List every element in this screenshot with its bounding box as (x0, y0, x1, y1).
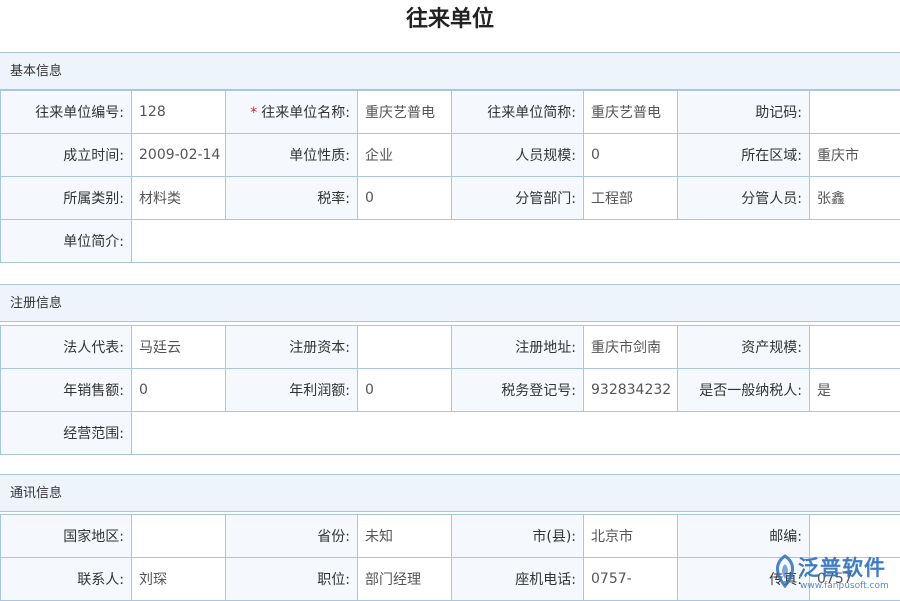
section-header-basic: 基本信息 (0, 52, 900, 90)
city-field[interactable]: 北京市 (584, 515, 678, 558)
annual-sales-field[interactable]: 0 (132, 369, 226, 412)
form-row: 所属类别: 材料类 税率: 0 分管部门: 工程部 分管人员: 张鑫 (1, 177, 900, 220)
form-row: 法人代表: 马廷云 注册资本: 注册地址: 重庆市剑南 资产规模: (1, 326, 900, 369)
annual-profit-field[interactable]: 0 (358, 369, 452, 412)
form-row: 往来单位编号: 128 *往来单位名称: 重庆艺普电 往来单位简称: 重庆艺普电… (1, 91, 900, 134)
form-row: 年销售额: 0 年利润额: 0 税务登记号: 932834232 是否一般纳税人… (1, 369, 900, 412)
field-label: 年销售额: (1, 369, 132, 412)
registration-info-table: 法人代表: 马廷云 注册资本: 注册地址: 重庆市剑南 资产规模: 年销售额: … (0, 325, 900, 455)
registered-address-field[interactable]: 重庆市剑南 (584, 326, 678, 369)
field-label: 国家地区: (1, 515, 132, 558)
landline-field[interactable]: 0757- (584, 558, 678, 601)
unit-code-field[interactable]: 128 (132, 91, 226, 134)
mnemonic-code-field[interactable] (810, 91, 900, 134)
field-label: 注册资本: (226, 326, 358, 369)
section-header-contact: 通讯信息 (0, 474, 900, 512)
section-header-registration: 注册信息 (0, 284, 900, 322)
field-label: 省份: (226, 515, 358, 558)
unit-intro-field[interactable] (132, 220, 900, 263)
form-row: 单位简介: (1, 220, 900, 263)
position-field[interactable]: 部门经理 (358, 558, 452, 601)
contact-person-field[interactable]: 刘琛 (132, 558, 226, 601)
field-label: 职位: (226, 558, 358, 601)
field-label: 法人代表: (1, 326, 132, 369)
required-asterisk: * (250, 105, 257, 121)
field-label: 注册地址: (452, 326, 584, 369)
field-label: 经营范围: (1, 412, 132, 455)
tax-rate-field[interactable]: 0 (358, 177, 452, 220)
field-label: 联系人: (1, 558, 132, 601)
field-label: 往来单位编号: (1, 91, 132, 134)
field-label: 市(县): (452, 515, 584, 558)
unit-name-field[interactable]: 重庆艺普电 (358, 91, 452, 134)
brand-logo: 泛普软件 www.fanpusoft.com (770, 550, 895, 600)
field-label: 税率: (226, 177, 358, 220)
field-label: *往来单位名称: (226, 91, 358, 134)
general-taxpayer-field[interactable]: 是 (810, 369, 900, 412)
field-label: 人员规模: (452, 134, 584, 177)
field-label: 分管部门: (452, 177, 584, 220)
founded-date-field[interactable]: 2009-02-14 (132, 134, 226, 177)
logo-url: www.fanpusoft.com (800, 581, 889, 591)
asset-size-field[interactable] (810, 326, 900, 369)
field-label: 资产规模: (678, 326, 810, 369)
field-label: 分管人员: (678, 177, 810, 220)
field-label: 成立时间: (1, 134, 132, 177)
field-label: 单位简介: (1, 220, 132, 263)
field-label: 税务登记号: (452, 369, 584, 412)
field-label-text: 往来单位名称: (261, 105, 350, 121)
form-row: 成立时间: 2009-02-14 单位性质: 企业 人员规模: 0 所在区域: … (1, 134, 900, 177)
field-label: 年利润额: (226, 369, 358, 412)
field-label: 助记码: (678, 91, 810, 134)
logo-icon (770, 554, 800, 588)
staff-size-field[interactable]: 0 (584, 134, 678, 177)
contact-info-table: 国家地区: 省份: 未知 市(县): 北京市 邮编: 联系人: 刘琛 职位: 部… (0, 514, 900, 601)
legal-rep-field[interactable]: 马廷云 (132, 326, 226, 369)
unit-short-name-field[interactable]: 重庆艺普电 (584, 91, 678, 134)
region-field[interactable]: 重庆市 (810, 134, 900, 177)
page-title: 往来单位 (0, 0, 900, 40)
business-scope-field[interactable] (132, 412, 900, 455)
manager-field[interactable]: 张鑫 (810, 177, 900, 220)
field-label: 往来单位简称: (452, 91, 584, 134)
field-label: 所属类别: (1, 177, 132, 220)
province-field[interactable]: 未知 (358, 515, 452, 558)
field-label: 座机电话: (452, 558, 584, 601)
department-field[interactable]: 工程部 (584, 177, 678, 220)
field-label: 所在区域: (678, 134, 810, 177)
form-row: 国家地区: 省份: 未知 市(县): 北京市 邮编: (1, 515, 900, 558)
tax-registration-field[interactable]: 932834232 (584, 369, 678, 412)
basic-info-table: 往来单位编号: 128 *往来单位名称: 重庆艺普电 往来单位简称: 重庆艺普电… (0, 90, 900, 263)
category-field[interactable]: 材料类 (132, 177, 226, 220)
unit-nature-field[interactable]: 企业 (358, 134, 452, 177)
country-field[interactable] (132, 515, 226, 558)
form-row: 经营范围: (1, 412, 900, 455)
field-label: 单位性质: (226, 134, 358, 177)
registered-capital-field[interactable] (358, 326, 452, 369)
form-row: 联系人: 刘琛 职位: 部门经理 座机电话: 0757- 传真: 0757 (1, 558, 900, 601)
logo-text: 泛普软件 (798, 552, 886, 582)
field-label: 是否一般纳税人: (678, 369, 810, 412)
